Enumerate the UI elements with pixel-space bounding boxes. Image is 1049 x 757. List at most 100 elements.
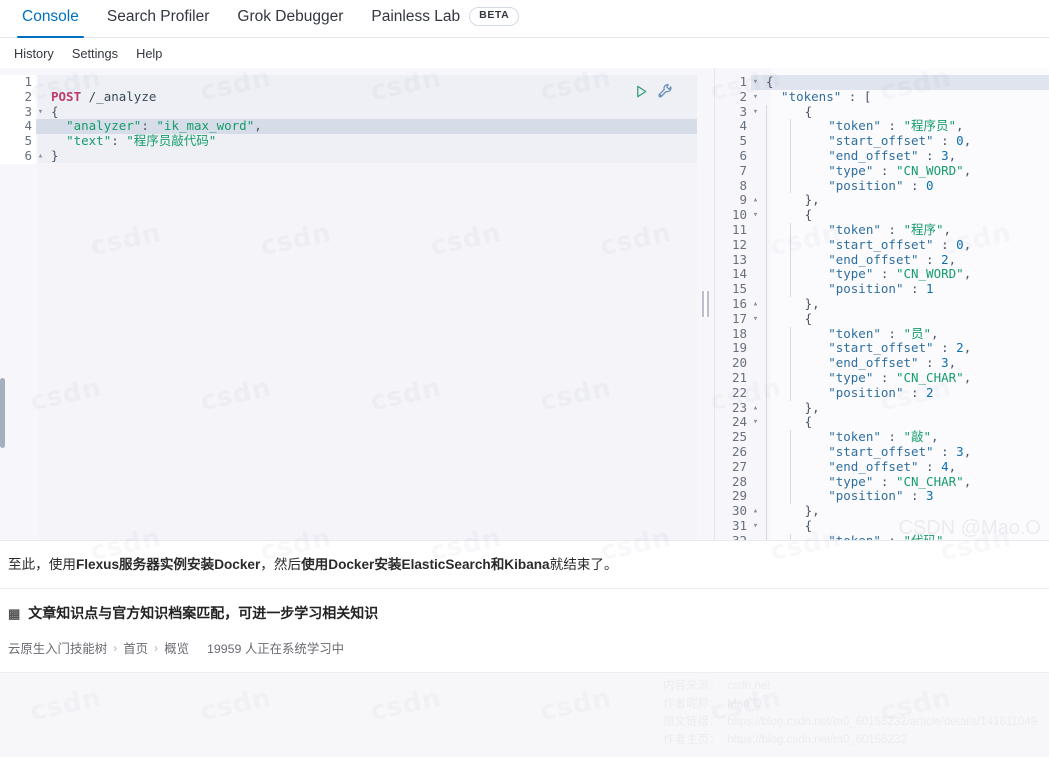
code-line[interactable]: 8 "position" : 0 [715,178,1049,194]
tab-painless-lab[interactable]: Painless Lab BETA [357,3,533,37]
request-editor-code[interactable]: 1 2 POST /_analyze 3 ▾ {4 "analyzer": "ik_max… [0,68,697,164]
line-number: 9 [715,193,751,209]
footer-meta-list: 内容来源： csdn.net 作者昵称： Mao.O 原文链接： https://blog… [663,677,1037,749]
submenu-item-help[interactable]: Help [136,46,162,61]
code-token: "end_offset" [813,251,919,267]
code-line[interactable]: 5 "start_offset" : 0, [715,133,1049,149]
code-line[interactable]: 3 ▾ { [715,103,1049,120]
fold-toggle-icon[interactable]: ▴ [751,401,760,416]
code-line[interactable]: 3 ▾ { [0,104,697,120]
submenu-item-settings[interactable]: Settings [72,46,118,61]
csdn-signature-watermark: CSDN @Mao.O [898,517,1041,539]
code-line[interactable]: 18 "token" : "员", [715,326,1049,342]
code-token: : [873,266,896,282]
code-line[interactable]: 20 "end_offset" : 3, [715,355,1049,371]
code-token: "position" [813,281,904,297]
code-token: "position" [813,384,904,400]
fold-toggle-icon[interactable]: ▾ [751,519,760,534]
code-token: "analyzer" [66,118,142,134]
submenu-item-history[interactable]: History [14,46,54,61]
code-token: 2 [926,384,934,400]
code-line[interactable]: 1 [0,74,697,90]
code-line[interactable]: 28 "type" : "CN_CHAR", [715,473,1049,490]
code-line[interactable]: 5 "text": "程序员敲代码" [0,133,697,149]
tab-console[interactable]: Console [8,4,93,38]
line-number: 10 [715,207,751,223]
code-line[interactable]: 19 "start_offset" : 2, [715,340,1049,357]
line-number: 29 [715,489,751,505]
code-line[interactable]: 14 "type" : "CN_WORD", [715,266,1049,283]
indent-guide [766,267,767,283]
code-line[interactable]: 24 ▾ { [715,414,1049,431]
code-token: 2 [956,340,964,356]
fold-toggle-icon[interactable]: ▴ [751,504,760,519]
code-line-text: "token" : "程序员", [760,118,964,135]
code-token: , [948,251,957,267]
splitter-grip[interactable] [702,291,709,317]
breadcrumb-item[interactable]: 云原生入门技能树 [8,639,107,657]
fold-toggle-icon[interactable]: ▾ [751,90,760,105]
response-output-pane[interactable]: 1 ▾{2 ▾ "tokens" : [3 ▾ {4 "token" : "程序员",… [715,68,1049,540]
tab-search-profiler[interactable]: Search Profiler [93,4,224,37]
response-output-code[interactable]: 1 ▾{2 ▾ "tokens" : [3 ▾ {4 "token" : "程序员",… [715,68,1049,540]
line-number: 18 [715,326,751,342]
knowledge-point-block: ▦ 文章知识点与官方知识档案匹配，可进一步学习相关知识 [0,588,1049,629]
play-icon[interactable] [634,84,649,99]
code-token: , [963,473,972,489]
line-number: 4 [715,119,751,135]
breadcrumb-item[interactable]: 概览 [164,639,189,657]
code-line[interactable]: 13 "end_offset" : 2, [715,251,1049,268]
fold-toggle-icon[interactable]: ▾ [36,105,45,120]
fold-toggle-icon[interactable]: ▾ [751,415,760,430]
code-line[interactable]: 17 ▾ { [715,311,1049,327]
fold-toggle-icon[interactable]: ▴ [751,297,760,312]
code-line-text: "token" : "员", [760,326,939,342]
code-line[interactable]: 23 ▴ }, [715,400,1049,416]
line-number: 12 [715,237,751,253]
fold-toggle-icon[interactable]: ▾ [751,208,760,223]
code-token: , [948,458,957,474]
indent-guide [789,119,791,135]
fold-toggle-icon[interactable]: ▾ [751,312,760,327]
line-number: 31 [715,518,751,534]
breadcrumb-item[interactable]: 首页 [123,639,148,657]
wrench-icon[interactable] [657,83,673,99]
code-line[interactable]: 22 "position" : 2 [715,384,1049,401]
code-line[interactable]: 7 "type" : "CN_WORD", [715,163,1049,179]
code-line[interactable]: 21 "type" : "CN_CHAR", [715,370,1049,386]
code-line[interactable]: 10 ▾ { [715,207,1049,223]
indent-guide [789,385,791,401]
request-editor-pane[interactable]: 1 2 POST /_analyze 3 ▾ {4 "analyzer": "ik_max… [0,68,697,540]
code-token: { [789,517,813,533]
tab-grok-debugger[interactable]: Grok Debugger [223,4,357,37]
fold-toggle-icon[interactable]: ▴ [751,193,760,208]
code-line[interactable]: 9 ▴ }, [715,192,1049,209]
code-line[interactable]: 2 ▾ "tokens" : [ [715,89,1049,105]
line-number: 1 [0,74,36,90]
breadcrumb-separator: › [154,641,159,656]
code-line[interactable]: 6 ▴} [0,148,697,164]
code-line[interactable]: 16 ▴ }, [715,296,1049,312]
code-line[interactable]: 25 "token" : "敲", [715,429,1049,445]
code-line[interactable]: 6 "end_offset" : 3, [715,148,1049,164]
indent-guide [766,489,767,505]
fold-toggle-icon[interactable]: ▴ [36,149,45,164]
code-line[interactable]: 15 "position" : 1 [715,281,1049,297]
code-line[interactable]: 26 "start_offset" : 3, [715,444,1049,460]
fold-toggle-icon[interactable]: ▾ [751,105,760,120]
code-line[interactable]: 4 "analyzer": "ik_max_word", [0,118,697,135]
fold-toggle-icon[interactable]: ▾ [751,75,760,90]
line-number: 5 [715,133,751,149]
code-line[interactable]: 11 "token" : "程序", [715,222,1049,238]
left-scrollbar-thumb[interactable] [0,378,5,448]
article-paragraph: 至此，使用Flexus服务器实例安装Docker，然后使用Docker安装Ela… [0,541,1049,588]
code-line[interactable]: 2 POST /_analyze [0,89,697,105]
code-line[interactable]: 4 "token" : "程序员", [715,118,1049,135]
code-line[interactable]: 12 "start_offset" : 0, [715,237,1049,253]
pane-splitter[interactable] [697,68,715,540]
code-token: { [789,103,813,119]
code-line[interactable]: 1 ▾ { [715,74,1049,90]
code-token: : [903,384,927,400]
code-line[interactable]: 29 "position" : 3 [715,488,1049,505]
code-line[interactable]: 27 "end_offset" : 4, [715,458,1049,475]
